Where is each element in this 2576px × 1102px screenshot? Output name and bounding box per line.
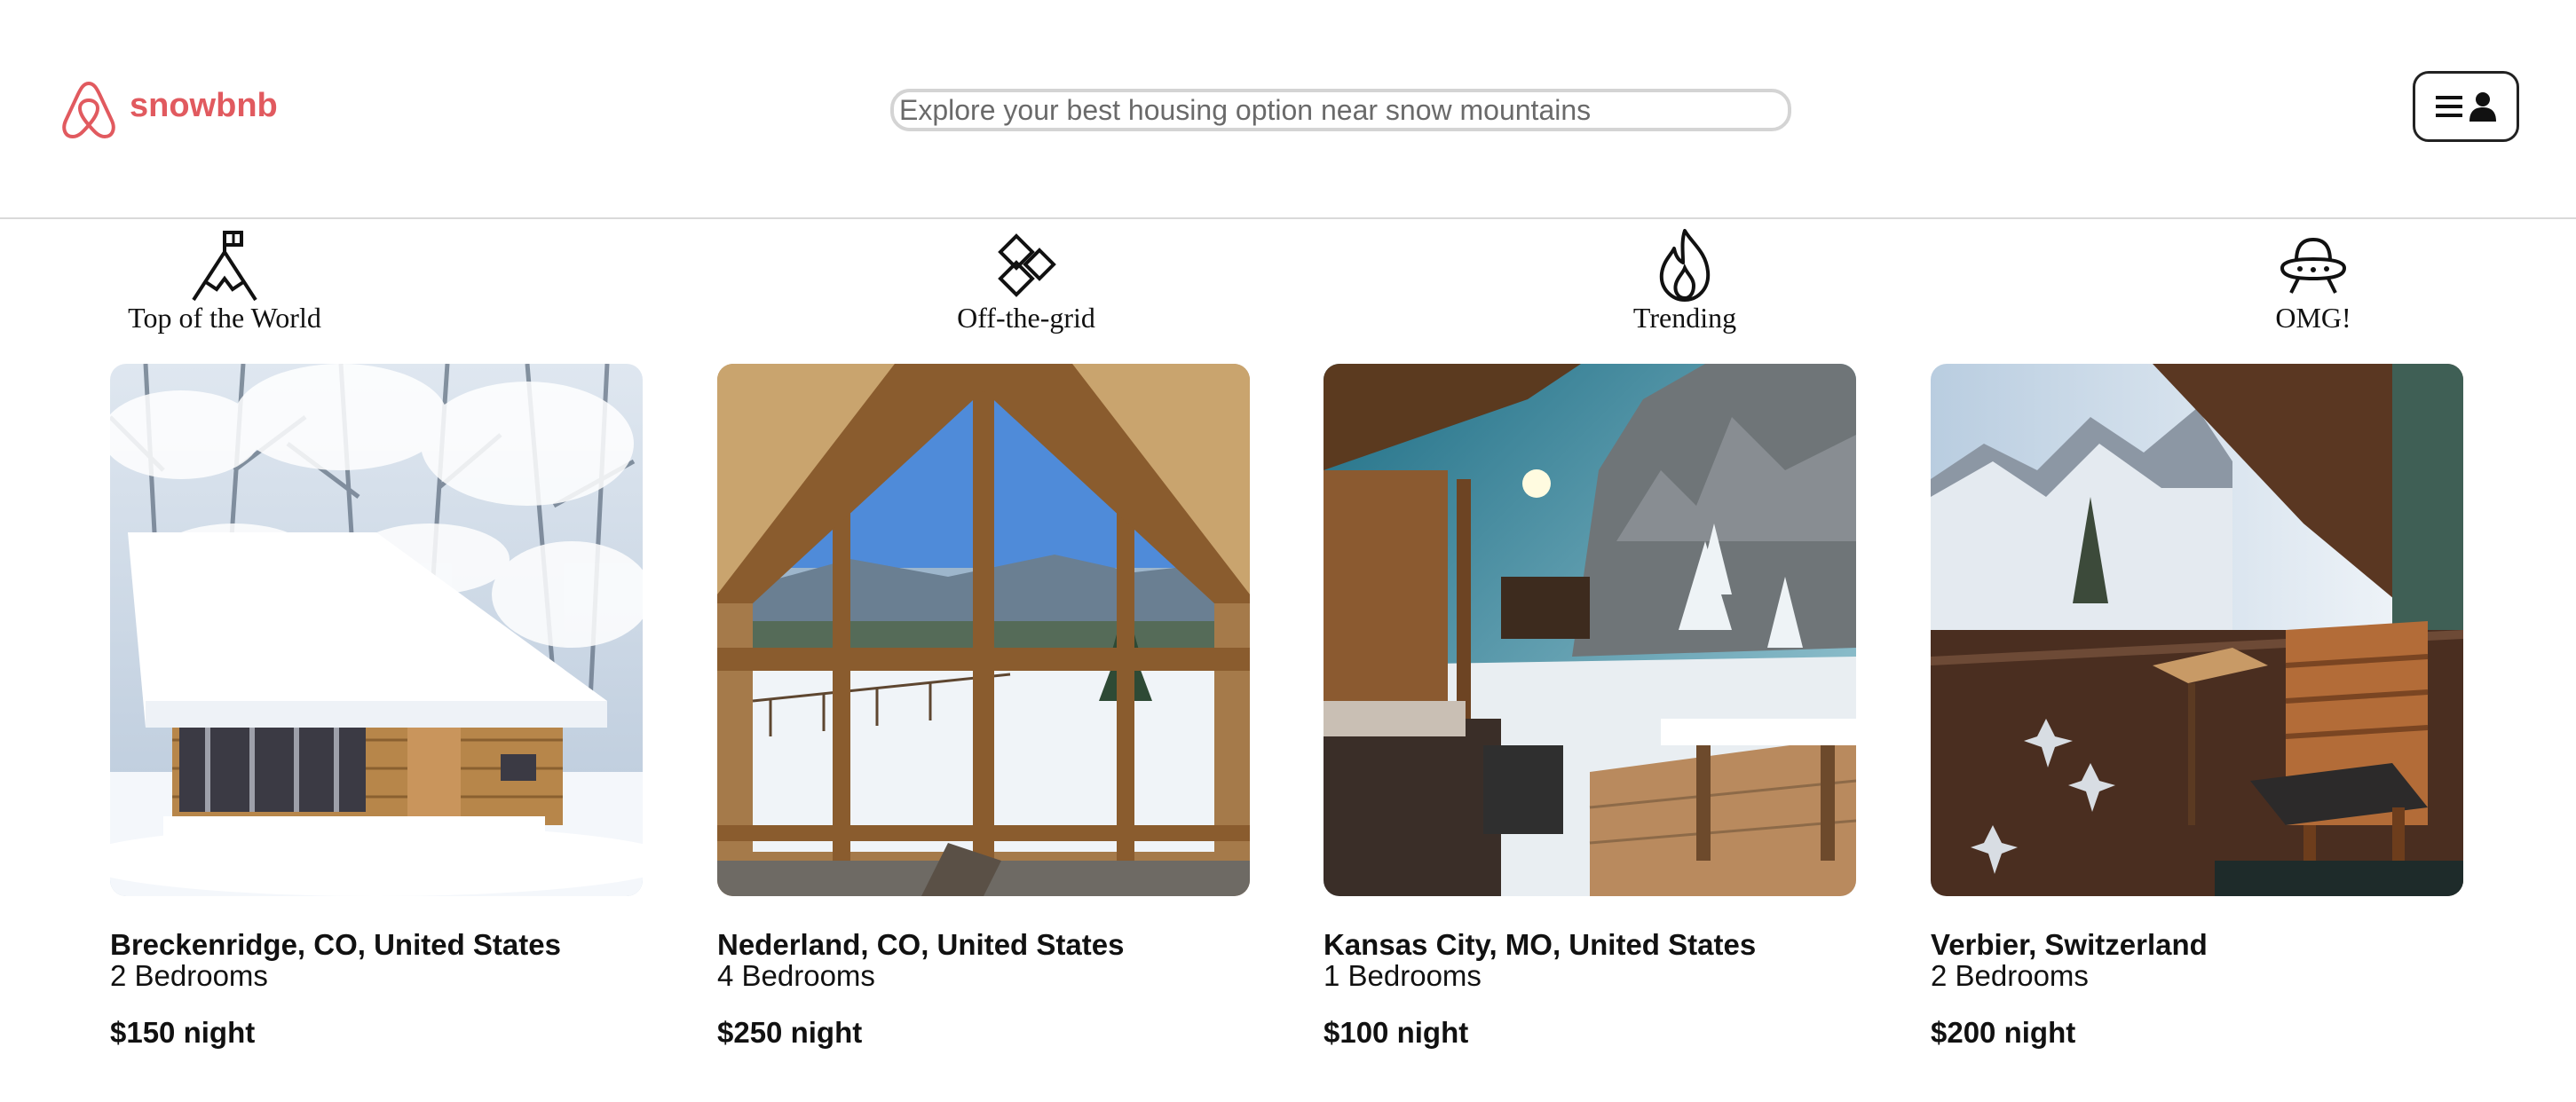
listing-price: $250 night xyxy=(717,1016,863,1049)
category-label: Top of the World xyxy=(128,302,321,334)
category-label: Trending xyxy=(1632,302,1737,334)
logo[interactable]: snowbnb xyxy=(57,78,278,142)
airbnb-logo-icon xyxy=(62,82,115,138)
category-omg[interactable]: OMG! xyxy=(2216,229,2411,335)
listing-bedrooms: 2 Bedrooms xyxy=(110,959,268,992)
category-off-the-grid[interactable]: Off-the-grid xyxy=(928,229,1124,335)
listing-card[interactable]: Kansas City, MO, United States 1 Bedroom… xyxy=(1324,364,1856,1050)
listing-bedrooms: 1 Bedrooms xyxy=(1324,959,1482,992)
listing-card[interactable]: Verbier, Switzerland 2 Bedrooms $200 nig… xyxy=(1931,364,2463,1050)
listing-price: $100 night xyxy=(1324,1016,1469,1049)
listing-photo[interactable] xyxy=(110,364,643,896)
snowy-terrace-image xyxy=(1324,364,1856,896)
hamburger-icon xyxy=(2436,96,2462,117)
listing-bedrooms: 2 Bedrooms xyxy=(1931,959,2089,992)
listing-photo[interactable] xyxy=(1324,364,1856,896)
listing-photo[interactable] xyxy=(717,364,1250,896)
listing-card[interactable]: Nederland, CO, United States 4 Bedrooms … xyxy=(717,364,1250,1050)
category-trending[interactable]: Trending xyxy=(1587,229,1782,335)
listing-location: Nederland, CO, United States xyxy=(717,928,1125,961)
category-top-of-the-world[interactable]: Top of the World xyxy=(127,229,322,335)
listing-price: $150 night xyxy=(110,1016,256,1049)
listing-location: Breckenridge, CO, United States xyxy=(110,928,561,961)
listing-photo[interactable] xyxy=(1931,364,2463,896)
listing-location: Verbier, Switzerland xyxy=(1931,928,2208,961)
search-input[interactable] xyxy=(890,89,1791,131)
brand-name: snowbnb xyxy=(130,86,278,124)
category-label: OMG! xyxy=(2275,302,2351,334)
user-icon xyxy=(2469,92,2496,122)
diamonds-icon xyxy=(998,233,1056,297)
balcony-alps-image xyxy=(1931,364,2463,896)
snow-cabin-image xyxy=(110,364,643,896)
mountain-flag-icon xyxy=(192,231,257,302)
a-frame-window-image xyxy=(717,364,1250,896)
flame-icon xyxy=(1659,229,1711,302)
listing-bedrooms: 4 Bedrooms xyxy=(717,959,875,992)
listing-card[interactable]: Breckenridge, CO, United States 2 Bedroo… xyxy=(110,364,643,1050)
user-menu-button[interactable] xyxy=(2413,71,2519,142)
category-label: Off-the-grid xyxy=(957,302,1095,334)
listing-location: Kansas City, MO, United States xyxy=(1324,928,1757,961)
listing-price: $200 night xyxy=(1931,1016,2076,1049)
top-navbar: snowbnb xyxy=(0,0,2576,219)
ufo-icon xyxy=(2280,237,2347,294)
